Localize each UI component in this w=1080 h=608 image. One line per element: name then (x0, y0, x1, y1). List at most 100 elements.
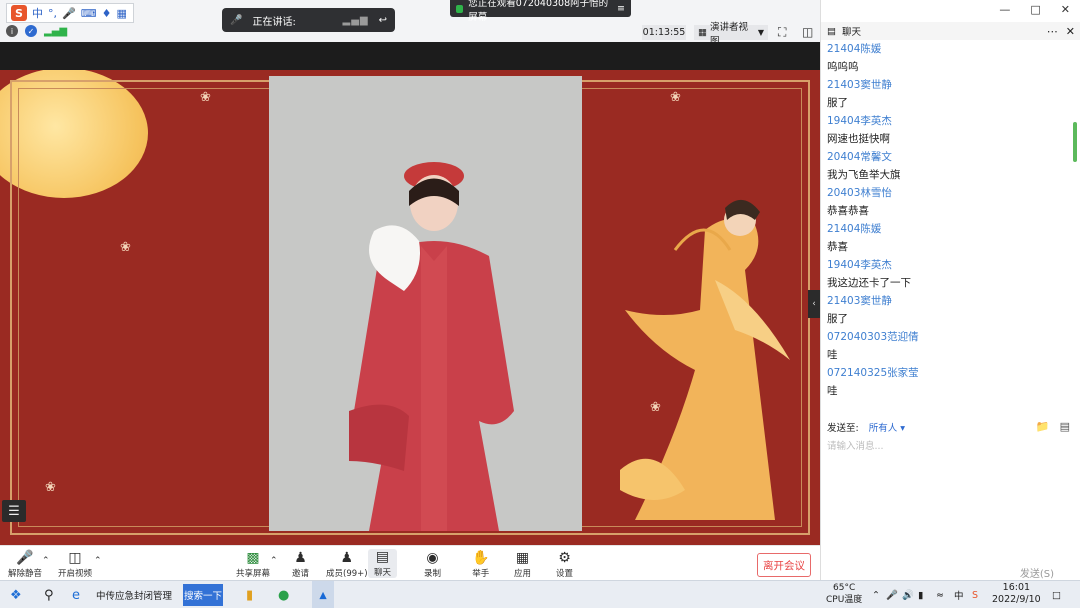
collapse-panel-handle[interactable]: ‹ (808, 290, 820, 318)
share-screen-label: 共享屏幕 (236, 569, 271, 579)
signal-icon[interactable]: ▂▄▆ (44, 26, 67, 37)
apps-grid-icon: ▦ (515, 550, 530, 566)
close-icon[interactable]: ✕ (1061, 3, 1070, 16)
video-off-icon: ◫ (68, 550, 82, 566)
apps-label: 应用 (514, 569, 532, 579)
ime-mode[interactable]: 中 (32, 5, 43, 21)
chat-bubble-icon: ▤ (375, 549, 390, 565)
chat-sender-name[interactable]: 20404常馨文 (827, 148, 1067, 166)
folder-icon[interactable]: ▮ (246, 581, 253, 608)
woman-in-hanfu-figure (349, 162, 514, 531)
info-icon[interactable]: i (6, 25, 18, 37)
shield-icon[interactable]: ✓ (25, 25, 37, 37)
chat-sender-name[interactable]: 21404陈媛 (827, 40, 1067, 58)
ime-tray-icon[interactable]: 中 (954, 581, 964, 608)
raise-hand-button[interactable]: ✋ 举手 (472, 550, 489, 579)
windows-start-icon[interactable]: ❖ (10, 581, 22, 608)
battery-icon[interactable]: ▮ (918, 581, 923, 608)
send-to-select[interactable]: 所有人 ▾ (869, 420, 905, 434)
flower-icon: ❀ (45, 480, 56, 495)
chat-sender-name[interactable]: 19404李英杰 (827, 112, 1067, 130)
app-root: S 中 °, 🎤 ⌨ ♦ ▦ i ✓ ▂▄▆ 🎤 正在讲话: ▂▄▆ ↩ 您正在… (0, 0, 1080, 608)
sogou-tray-icon[interactable]: S (972, 581, 978, 608)
list-menu-icon[interactable]: ☰ (2, 500, 26, 522)
close-chat-icon[interactable]: ✕ (1066, 25, 1075, 38)
volume-icon[interactable]: 🔊 (902, 581, 914, 608)
chevron-up-icon[interactable]: ⌃ (42, 556, 50, 566)
wifi-icon[interactable]: ≈ (936, 581, 944, 608)
view-grid-icon: ▦ (698, 27, 707, 38)
hand-icon: ✋ (472, 550, 490, 566)
unmute-button[interactable]: 🎤 解除静音 (8, 550, 42, 579)
share-screen-icon: ▩ (246, 550, 260, 566)
maximize-icon[interactable]: □ (1030, 3, 1040, 16)
meeting-timer: 01:13:55 (642, 25, 686, 40)
more-options-icon[interactable]: ⋯ (1047, 25, 1058, 38)
ime-toolbar[interactable]: S 中 °, 🎤 ⌨ ♦ ▦ (6, 3, 134, 23)
gear-icon: ⚙ (558, 550, 571, 566)
chat-message-text: 恭喜恭喜 (827, 205, 869, 217)
clipboard-icon[interactable]: ▤ (1060, 420, 1070, 433)
invite-button[interactable]: ♟ 邀请 (292, 550, 309, 579)
mic-icon[interactable]: 🎤 (62, 7, 76, 20)
cpu-temp: 65°C CPU温度 (826, 582, 862, 606)
ie-browser-icon[interactable]: e (72, 581, 80, 608)
share-banner[interactable]: 您正在观看072040308阿子怡的屏幕 ≡ (450, 0, 631, 23)
settings-button[interactable]: ⚙ 设置 (556, 550, 573, 579)
file-icon[interactable]: 📁 (1036, 420, 1050, 433)
tray-mic-icon[interactable]: 🎤 (886, 581, 898, 608)
chat-sender-name[interactable]: 21404陈媛 (827, 220, 1067, 238)
ime-punct[interactable]: °, (48, 7, 57, 20)
record-icon: ◉ (426, 550, 439, 566)
chat-sender-name[interactable]: 072040303范迎倩 (827, 328, 1067, 346)
wechat-icon[interactable]: ● (278, 581, 289, 608)
chat-button[interactable]: ▤ 聊天 (368, 549, 398, 578)
apps-button[interactable]: ▦ 应用 (514, 550, 531, 579)
chat-sender-name[interactable]: 072140325张家莹 (827, 364, 1067, 382)
taskbar-ie-label[interactable]: 中传应急封闭管理 (96, 581, 172, 608)
status-icons: i ✓ ▂▄▆ (6, 25, 67, 37)
menu-icon[interactable]: ≡ (617, 3, 625, 14)
chat-scrollbar[interactable] (1073, 122, 1077, 162)
chat-sender-name[interactable]: 21403窦世静 (827, 76, 1067, 94)
top-bar: S 中 °, 🎤 ⌨ ♦ ▦ i ✓ ▂▄▆ 🎤 正在讲话: ▂▄▆ ↩ 您正在… (0, 0, 820, 47)
flower-icon: ❀ (670, 90, 681, 105)
clock-time: 16:01 (1002, 582, 1031, 593)
share-screen-button[interactable]: ▩ 共享屏幕 (236, 550, 270, 579)
tray-chevron-icon[interactable]: ⌃ (872, 581, 880, 608)
chat-message-text: 哇 (827, 349, 838, 361)
chat-sender-name[interactable]: 20403林雪怡 (827, 184, 1067, 202)
fullscreen-icon[interactable]: ⛶ (778, 25, 786, 40)
view-mode-select[interactable]: ▦ 演讲者视图 ▼ (694, 22, 768, 47)
send-button[interactable]: 发送(S) (1020, 565, 1054, 580)
chevron-down-icon: ▼ (757, 28, 764, 37)
share-banner-text: 您正在观看072040308阿子怡的屏幕 (468, 0, 609, 23)
chevron-up-icon[interactable]: ⌃ (94, 556, 102, 566)
start-video-button[interactable]: ◫ 开启视频 (58, 550, 92, 579)
reply-arrow-icon[interactable]: ↩ (379, 15, 387, 26)
invite-person-icon: ♟ (294, 550, 307, 566)
chat-sender-name[interactable]: 21403窦世静 (827, 292, 1067, 310)
sidebar-toggle-icon[interactable]: ◫ (802, 25, 813, 39)
dancing-fairy-illustration (620, 199, 790, 521)
members-icon: ♟ (340, 550, 354, 566)
window-controls: — □ ✕ (999, 3, 1080, 16)
chat-sender-name[interactable]: 19404李英杰 (827, 256, 1067, 274)
leave-meeting-button[interactable]: 离开会议 (757, 553, 811, 577)
chat-input[interactable]: 请输入消息... (827, 438, 884, 452)
record-button[interactable]: ◉ 录制 (424, 550, 441, 579)
notification-icon[interactable]: □ (1052, 581, 1061, 608)
grid-icon[interactable]: ▦ (116, 7, 126, 20)
chevron-up-icon[interactable]: ⌃ (270, 556, 278, 566)
members-button[interactable]: ♟ 成员(99+) (326, 550, 368, 579)
shirt-icon[interactable]: ♦ (102, 7, 112, 20)
chat-header: ▤ 聊天 ⋯ ✕ (821, 22, 1080, 40)
taskbar-search-button[interactable]: 搜索一下 (183, 584, 223, 606)
mic-icon: 🎤 (230, 14, 243, 26)
meeting-app-icon[interactable]: ▲ (312, 581, 334, 608)
system-clock[interactable]: 16:01 2022/9/10 (992, 582, 1041, 606)
minimize-icon[interactable]: — (999, 3, 1010, 16)
meeting-toolbar: 🎤 解除静音 ⌃ ◫ 开启视频 ⌃ ▩ 共享屏幕 ⌃ ♟ 邀请 ♟ 成员(99+… (0, 545, 820, 580)
keyboard-icon[interactable]: ⌨ (81, 7, 97, 20)
search-icon[interactable]: ⚲ (44, 581, 54, 608)
